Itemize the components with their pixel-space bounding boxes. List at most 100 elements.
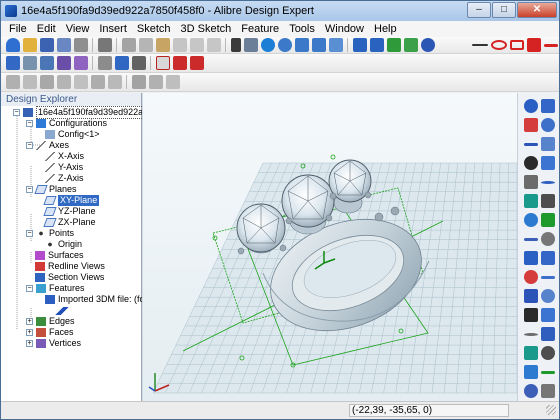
zoom-icon[interactable] — [277, 38, 292, 52]
delete-icon[interactable] — [172, 38, 187, 52]
collapse-icon[interactable]: − — [26, 230, 33, 237]
arrow-tool-icon[interactable] — [543, 43, 558, 47]
view-front-icon[interactable] — [524, 99, 538, 113]
view-bottom-icon[interactable] — [541, 118, 555, 132]
tree-item-surfaces[interactable]: Surfaces — [35, 250, 84, 261]
dimension-icon[interactable] — [524, 251, 538, 265]
lights-icon[interactable] — [541, 213, 555, 227]
snap-icon[interactable] — [524, 238, 538, 241]
title-bar[interactable]: 16e4a5f190fa9d39ed922a7850f458f0 - Alibr… — [1, 1, 559, 21]
copy-icon[interactable] — [138, 38, 153, 52]
sweep-icon[interactable] — [39, 75, 54, 89]
ellipse-tool-icon[interactable] — [490, 40, 507, 50]
shell-icon[interactable] — [73, 75, 88, 89]
expand-icon[interactable]: + — [26, 318, 33, 325]
fillet-sketch-icon[interactable] — [541, 289, 555, 303]
mirror-sketch-icon[interactable] — [541, 308, 555, 322]
tree-item-vertices[interactable]: + Vertices — [26, 338, 81, 349]
wireframe-icon[interactable] — [524, 175, 538, 189]
view-back-icon[interactable] — [541, 99, 555, 113]
pattern-icon[interactable] — [73, 56, 88, 70]
tree-item-features[interactable]: − Features — [26, 283, 85, 294]
pan-icon[interactable] — [243, 38, 258, 52]
trim-icon[interactable] — [524, 270, 538, 284]
hidden-line-icon[interactable] — [541, 181, 555, 184]
tree-item-imported-3dm[interactable]: Imported 3DM file: (foo) — [45, 294, 153, 305]
point-tool-icon[interactable] — [524, 365, 538, 379]
collapse-icon[interactable]: − — [13, 109, 20, 116]
tree-item-redline-views[interactable]: Redline Views — [35, 261, 105, 272]
zoom-window-icon[interactable] — [294, 38, 309, 52]
collapse-icon[interactable]: − — [26, 285, 33, 292]
text-icon[interactable] — [541, 346, 555, 360]
rotate-sketch-icon[interactable] — [541, 327, 555, 341]
extrude-icon[interactable] — [5, 75, 20, 89]
view-left-icon[interactable] — [524, 143, 538, 146]
sketch-plane-icon[interactable] — [5, 56, 20, 70]
tree-item-section-views[interactable]: Section Views — [35, 272, 104, 283]
more-icon[interactable] — [541, 384, 555, 398]
menu-feature[interactable]: Feature — [236, 23, 284, 35]
tree-item-configurations[interactable]: − Configurations — [26, 118, 107, 129]
cut-icon[interactable] — [121, 38, 136, 52]
cut-feature-icon[interactable] — [131, 75, 146, 89]
tree-item-config-1[interactable]: Config<1> — [45, 129, 100, 140]
undo-icon[interactable] — [189, 38, 204, 52]
line-tool-icon[interactable] — [471, 44, 488, 46]
save-icon[interactable] — [39, 38, 54, 52]
menu-3d-sketch[interactable]: 3D Sketch — [176, 23, 237, 35]
perspective-icon[interactable] — [541, 194, 555, 208]
collapse-icon[interactable]: − — [26, 142, 33, 149]
zoom-fit-icon[interactable] — [311, 38, 326, 52]
shaded-icon[interactable] — [541, 156, 555, 170]
revolve-icon[interactable] — [22, 75, 37, 89]
section-icon[interactable] — [524, 194, 538, 208]
menu-help[interactable]: Help — [369, 23, 402, 35]
view-top-icon[interactable] — [524, 118, 538, 132]
grid-icon[interactable] — [541, 232, 555, 246]
paste-icon[interactable] — [155, 38, 170, 52]
hole-icon[interactable] — [148, 75, 163, 89]
tree-item-points[interactable]: − Points — [26, 228, 74, 239]
maximize-button[interactable]: □ — [492, 2, 516, 18]
extend-icon[interactable] — [541, 276, 555, 279]
expand-icon[interactable]: + — [26, 329, 33, 336]
new-icon[interactable] — [5, 38, 20, 52]
resize-grip-icon[interactable] — [546, 405, 556, 415]
close-button[interactable]: ✕ — [517, 2, 557, 18]
fill-icon[interactable] — [526, 38, 541, 52]
tree-item-zx-plane[interactable]: ZX-Plane — [43, 217, 96, 228]
thread-icon[interactable] — [165, 75, 180, 89]
tree-item-z-axis[interactable]: Z-Axis — [45, 173, 84, 184]
help-icon[interactable] — [420, 38, 435, 52]
collapse-icon[interactable]: − — [26, 186, 33, 193]
tree-item-planes[interactable]: − Planes — [26, 184, 77, 195]
print-icon[interactable] — [97, 38, 112, 52]
loft-icon[interactable] — [56, 75, 71, 89]
line-icon[interactable] — [22, 56, 37, 70]
tree-item-x-axis[interactable]: X-Axis — [45, 151, 84, 162]
measure-icon[interactable] — [386, 38, 401, 52]
import-icon[interactable] — [189, 56, 204, 70]
balance-icon[interactable] — [131, 56, 146, 70]
menu-view[interactable]: View — [61, 23, 95, 35]
tree-item-axes[interactable]: − Axes — [26, 140, 69, 151]
tree-item-edges[interactable]: + Edges — [26, 316, 75, 327]
scale-icon[interactable] — [114, 56, 129, 70]
tree-item-xy-plane[interactable]: XY-Plane — [43, 195, 100, 206]
zoom-extents-icon[interactable] — [328, 38, 343, 52]
edit-icon[interactable] — [97, 56, 112, 70]
export-icon[interactable] — [172, 56, 187, 70]
sketch-mode-icon[interactable] — [403, 38, 418, 52]
save-all-icon[interactable] — [56, 38, 71, 52]
select-icon[interactable] — [230, 38, 241, 52]
menu-edit[interactable]: Edit — [32, 23, 61, 35]
drawing-icon[interactable] — [155, 56, 170, 70]
scale-sketch-icon[interactable] — [524, 346, 538, 360]
previous-view-icon[interactable] — [352, 38, 367, 52]
menu-file[interactable]: File — [4, 23, 32, 35]
redo-icon[interactable] — [206, 38, 221, 52]
rectangle-tool-icon[interactable] — [509, 40, 524, 50]
tree-item-y-axis[interactable]: Y-Axis — [45, 162, 83, 173]
measure-tool-icon[interactable] — [541, 371, 555, 374]
